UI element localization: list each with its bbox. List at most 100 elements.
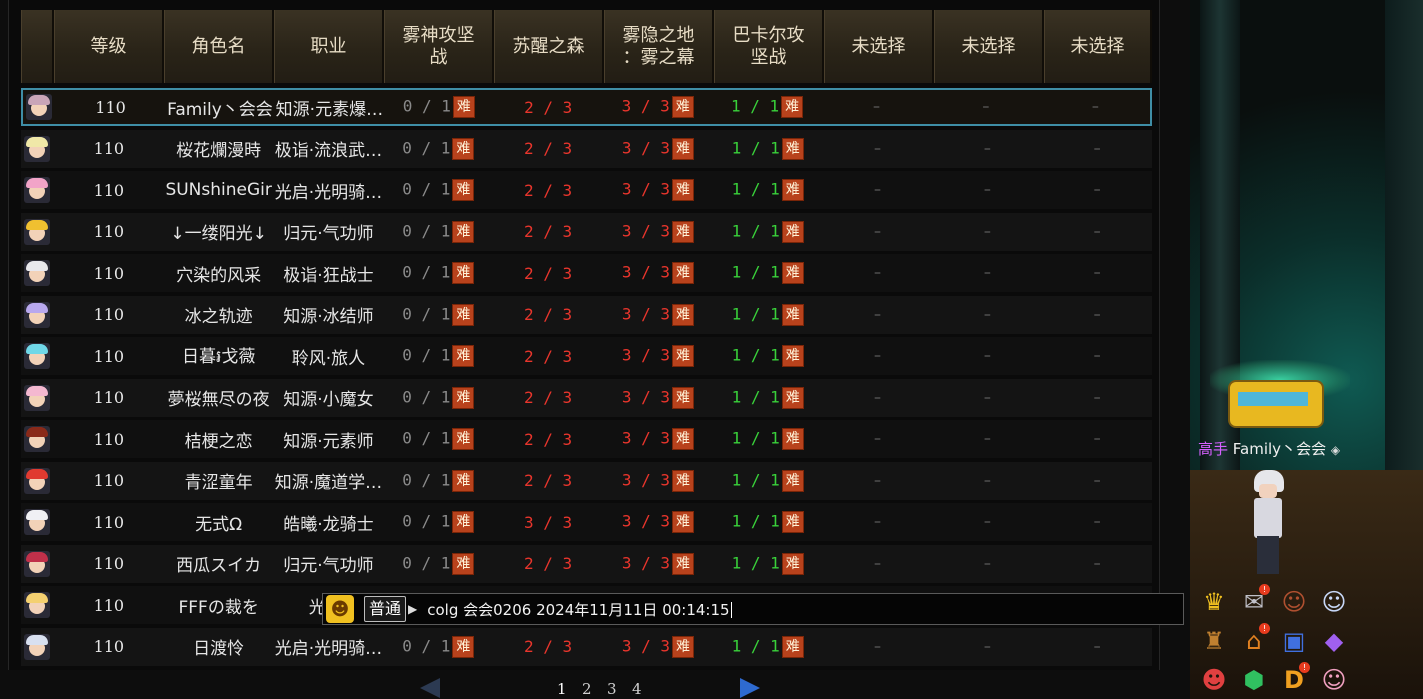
character-job: 归元·气功师 <box>283 224 374 244</box>
player-character[interactable] <box>1248 470 1288 575</box>
character-name: 冰之轨迹 <box>184 307 253 327</box>
header-unselected-3[interactable]: 未选择 <box>1044 10 1152 83</box>
page-2[interactable]: 2 <box>582 680 592 698</box>
difficulty-badge-icon: 难 <box>671 386 694 409</box>
unselected-cell: – <box>983 348 991 364</box>
character-level: 110 <box>93 180 125 200</box>
character-avatar-icon <box>24 218 51 245</box>
page-4[interactable]: 4 <box>632 680 642 698</box>
unselected-cell: – <box>983 514 991 530</box>
raid-2-cell: 2 / 3 <box>493 554 603 573</box>
difficulty-badge-icon: 难 <box>671 262 694 284</box>
character-level: 110 <box>93 346 125 366</box>
character-job: 极诣·狂战士 <box>283 265 374 286</box>
raid-4-cell: 1 / 1难 <box>713 220 823 243</box>
difficulty-badge-icon: 难 <box>452 345 475 367</box>
difficulty-badge-icon: 难 <box>781 220 804 243</box>
character-portrait-icon[interactable]: ☺ <box>1274 582 1314 621</box>
header-raid-4[interactable]: 巴卡尔攻 坚战 <box>714 10 824 83</box>
raid-3-cell: 3 / 3难 <box>603 386 713 409</box>
raid-4-cell-progress: 1 / 1 <box>731 345 780 365</box>
difficulty-badge-icon: 难 <box>452 386 475 409</box>
table-row[interactable]: 110 桜花爛漫時 极诣·流浪武… 0 / 1难2 / 33 / 3难1 / 1 难 – –… <box>21 129 1152 168</box>
raid-4-cell-progress: 1 / 1 <box>731 138 780 157</box>
difficulty-badge-icon: 难 <box>452 511 475 533</box>
raid-1-cell: 0 / 1难 <box>383 386 493 409</box>
next-page-arrow-icon[interactable] <box>740 678 760 698</box>
raid-2-cell-progress: 2 / 3 <box>524 97 573 117</box>
character-name: FFFの裁を <box>178 597 259 618</box>
table-row[interactable]: 110 穴染的风采 极诣·狂战士 0 / 1难2 / 33 / 3难1 / 1 难 – – – <box>21 254 1152 292</box>
chat-channel-selector[interactable]: 普通 <box>364 596 407 622</box>
player-legs <box>1257 536 1279 574</box>
difficulty-badge-icon: 难 <box>781 179 804 201</box>
mailbox-icon[interactable]: ✉! <box>1234 582 1274 621</box>
raid-4-cell-progress: 1 / 1 <box>731 304 780 323</box>
companion-portrait-icon[interactable]: ☺ <box>1314 582 1354 621</box>
header-unselected-1[interactable]: 未选择 <box>824 10 934 83</box>
table-row[interactable]: 110 夢桜無尽の夜 知源·小魔女 0 / 1难2 / 33 / 3难1 / 1 难 – –… <box>21 378 1152 417</box>
unselected-cell: – <box>983 265 991 281</box>
table-row[interactable]: 110 日渡怜 光启·光明骑… 0 / 1难2 / 33 / 3难1 / 1 难 – – – <box>21 627 1152 666</box>
table-row[interactable]: 110 无式Ω 皓曦·龙骑士 0 / 1难3 / 33 / 3难1 / 1 难 – – – <box>21 503 1152 541</box>
raid-3-cell-progress: 3 / 3 <box>621 262 670 282</box>
raid-3-cell: 3 / 3难 <box>603 345 713 367</box>
unselected-cell: – <box>874 431 882 447</box>
raid-3-cell-progress: 3 / 3 <box>621 553 670 572</box>
unselected-cell: – <box>983 638 991 655</box>
difficulty-badge-icon: 难 <box>781 262 804 284</box>
emoji-icon[interactable]: ☻ <box>326 595 354 623</box>
pet-portrait-icon[interactable]: ☻ <box>1194 660 1234 699</box>
channel-arrow-icon[interactable]: ▶ <box>408 602 417 616</box>
player-rank: 高手 <box>1198 440 1229 458</box>
character-level: 110 <box>93 471 125 490</box>
table-row[interactable]: 110 SUNshineGir 光启·光明骑… 0 / 1难2 / 33 / 3难1 … <box>21 171 1152 209</box>
character-avatar-icon <box>24 343 51 369</box>
card-icon[interactable]: ▣ <box>1274 621 1314 660</box>
dungeon-d-icon[interactable]: D! <box>1274 660 1314 699</box>
crystal-icon[interactable]: ◆ <box>1314 621 1354 660</box>
header-raid-3[interactable]: 雾隐之地 ：雾之幕 <box>604 10 714 83</box>
mission-icon[interactable]: ⬢ <box>1234 660 1274 699</box>
fairy-portrait-icon[interactable]: ☺ <box>1314 660 1354 699</box>
page-1[interactable]: 1 <box>557 680 567 698</box>
raid-3-cell: 3 / 3难 <box>603 469 713 492</box>
character-name: Family丶会会 <box>167 99 273 120</box>
notification-dot: ! <box>1259 584 1270 595</box>
table-row[interactable]: 110 日暮៛戈薇 聆风·旅人 0 / 1难2 / 33 / 3难1 / 1 难 – – – <box>21 337 1152 375</box>
character-level: 110 <box>93 263 125 283</box>
chat-input-bar[interactable]: ☻ 普通 ▶ colg 会会0206 2024年11月11日 00:14:15 <box>322 593 1184 625</box>
raid-4-cell: 1 / 1难 <box>712 96 821 118</box>
raid-3-cell: 3 / 3难 <box>603 262 713 284</box>
table-row[interactable]: 110 桔梗之恋 知源·元素师 0 / 1难2 / 33 / 3难1 / 1 难 – – – <box>21 420 1152 458</box>
prev-page-arrow-icon[interactable] <box>420 678 440 698</box>
table-row[interactable]: 110 ↓一缕阳光↓ 归元·气功师 0 / 1难2 / 33 / 3难1 / 1 难 – –… <box>21 212 1152 251</box>
guild-castle-icon[interactable]: ♜ <box>1194 621 1234 660</box>
unselected-cell: – <box>982 99 990 115</box>
character-job: 知源·元素爆… <box>275 99 384 120</box>
raid-2-cell: 2 / 3 <box>494 98 603 117</box>
crown-icon[interactable]: ♛ <box>1194 582 1234 621</box>
raid-4-cell: 1 / 1难 <box>713 345 823 367</box>
header-raid-2[interactable]: 苏醒之森 <box>494 10 604 83</box>
page-3[interactable]: 3 <box>607 680 617 698</box>
header-unselected-2[interactable]: 未选择 <box>934 10 1044 83</box>
table-row[interactable]: 110 青涩童年 知源·魔道学… 0 / 1难2 / 33 / 3难1 / 1 难 – – – <box>21 461 1152 500</box>
player-body <box>1254 498 1282 538</box>
table-row[interactable]: 110 冰之轨迹 知源·冰结师 0 / 1难2 / 33 / 3难1 / 1 难 – – – <box>21 295 1152 334</box>
table-row[interactable]: 110 西瓜スイカ 归元·气功师 0 / 1难2 / 33 / 3难1 / 1 难 – – – <box>21 544 1152 583</box>
avatar-cell <box>21 301 54 328</box>
raid-1-cell-progress: 0 / 1 <box>402 345 451 365</box>
difficulty-badge-icon: 难 <box>781 635 804 658</box>
chat-input-text[interactable]: colg 会会0206 2024年11月11日 00:14:15 <box>427 599 731 620</box>
home-icon[interactable]: ⌂! <box>1234 621 1274 660</box>
table-row[interactable]: 110 Family丶会会 知源·元素爆… 0 / 1难2 / 33 / 3难1 / … <box>21 88 1152 126</box>
raid-3-cell-progress: 3 / 3 <box>621 428 670 448</box>
difficulty-badge-icon: 难 <box>781 469 804 492</box>
raid-1-cell-progress: 0 / 1 <box>402 96 451 116</box>
raid-4-cell: 1 / 1难 <box>713 137 823 160</box>
character-level: 110 <box>93 139 125 158</box>
raid-3-cell-progress: 3 / 3 <box>621 511 670 531</box>
raid-1-cell-progress: 0 / 1 <box>402 304 451 323</box>
header-raid-1[interactable]: 雾神攻坚 战 <box>384 10 494 83</box>
